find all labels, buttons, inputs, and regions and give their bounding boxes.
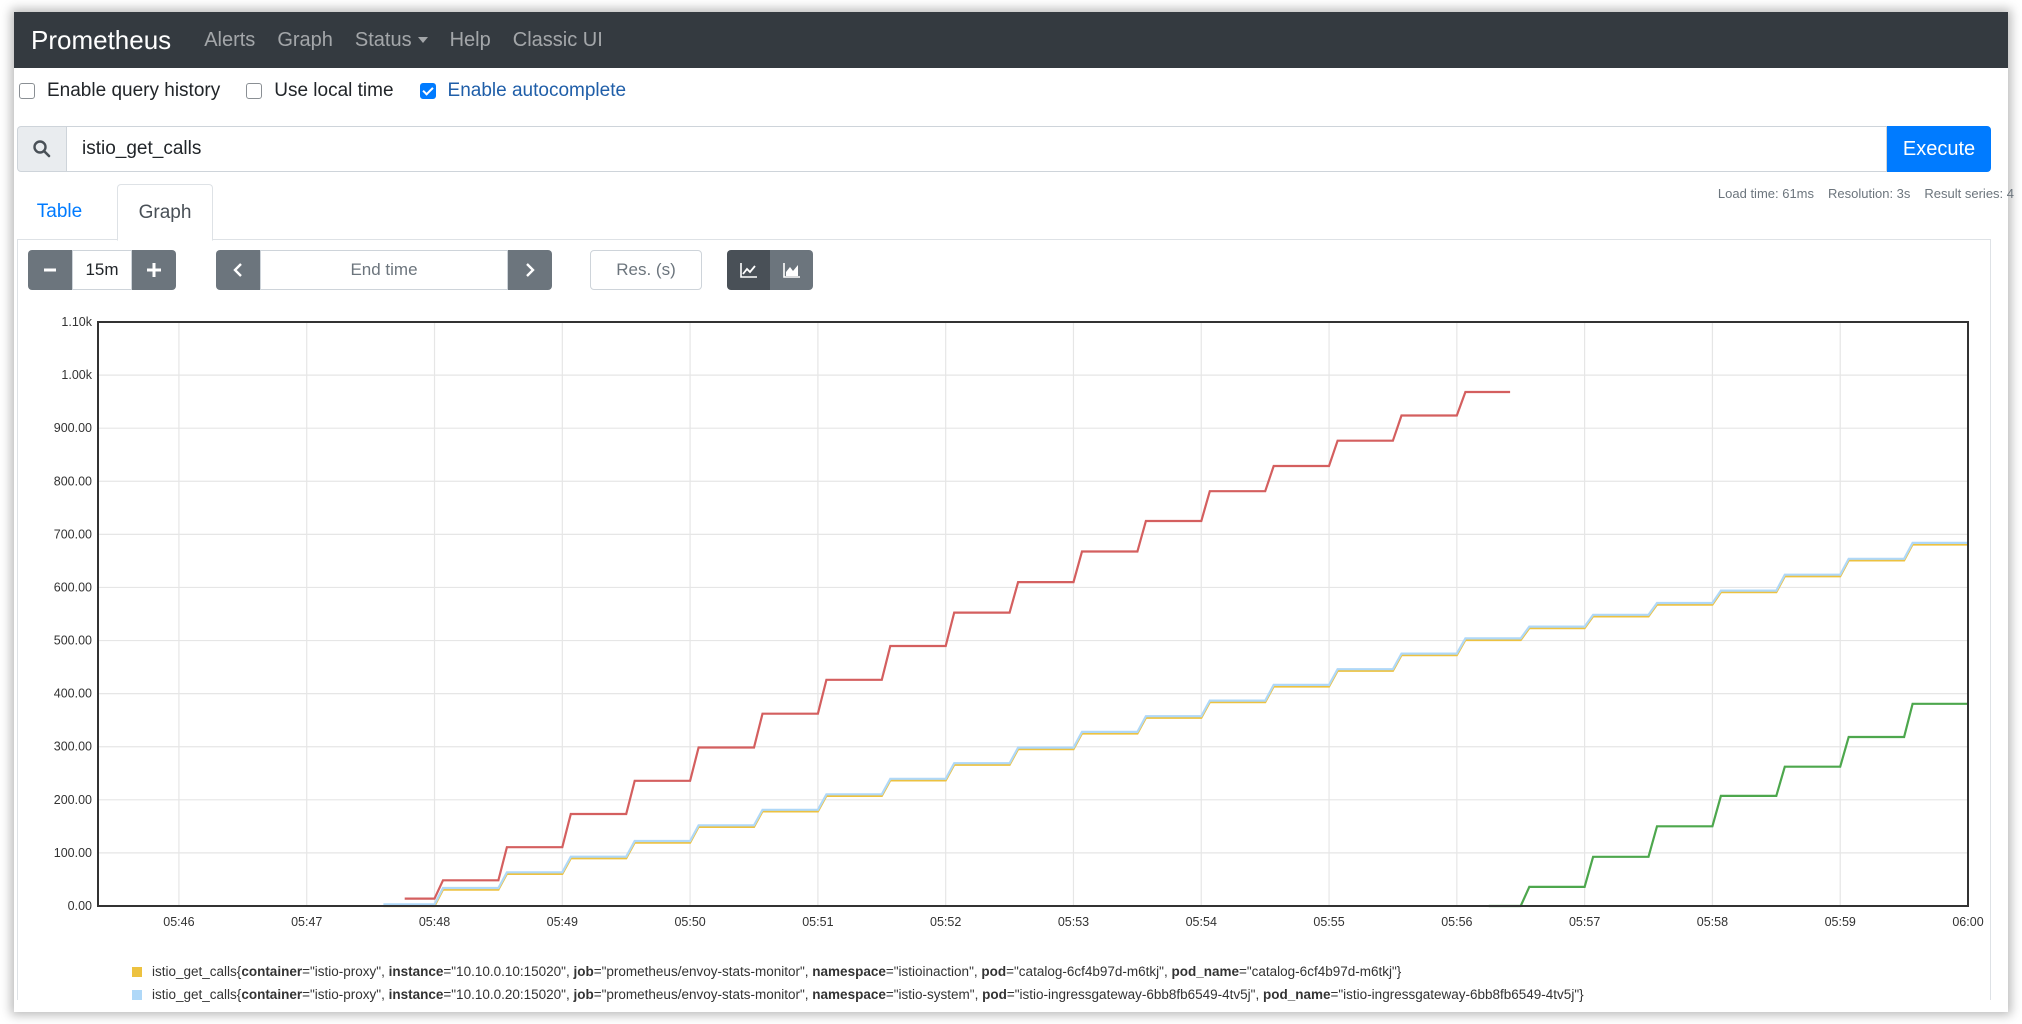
legend-label-value: "10.10.0.20:15020" bbox=[451, 987, 566, 1002]
y-tick-label: 1.00k bbox=[61, 368, 92, 382]
x-tick-label: 05:57 bbox=[1569, 915, 1600, 929]
time-series-chart: 0.00 100.00 200.00 300.00 400.00 500.00 600.00… bbox=[54, 315, 1984, 929]
x-tick-label: 05:47 bbox=[291, 915, 322, 929]
y-tick-label: 0.00 bbox=[68, 899, 92, 913]
legend-label-value: "istio-proxy" bbox=[309, 964, 382, 979]
legend-item[interactable]: istio_get_calls{container="istio-proxy",… bbox=[132, 983, 1584, 1006]
x-axis-ticks: 05:46 05:47 05:48 05:49 05:50 05:51 05:52 05:53… bbox=[163, 915, 1983, 929]
y-tick-label: 800.00 bbox=[54, 474, 92, 488]
x-tick-label: 05:46 bbox=[163, 915, 194, 929]
chart-grid bbox=[98, 321, 1969, 907]
y-tick-label: 200.00 bbox=[54, 793, 92, 807]
x-tick-label: 05:53 bbox=[1058, 915, 1089, 929]
y-axis-ticks: 0.00 100.00 200.00 300.00 400.00 500.00 600.00… bbox=[54, 315, 93, 913]
x-tick-label: 05:54 bbox=[1186, 915, 1217, 929]
x-tick-label: 05:59 bbox=[1825, 915, 1856, 929]
chart-legend: istio_get_calls{container="istio-proxy",… bbox=[132, 960, 1584, 1006]
series-line bbox=[1488, 702, 1968, 908]
legend-metric-name: istio_get_calls bbox=[152, 987, 237, 1002]
legend-label-value: "istio-ingressgateway-6bb8fb6549-4tv5j" bbox=[1014, 987, 1256, 1002]
legend-label-key: pod_name bbox=[1171, 964, 1239, 979]
legend-label: istio_get_calls{container="istio-proxy",… bbox=[152, 987, 1584, 1002]
legend-label-key: pod bbox=[981, 964, 1007, 979]
y-tick-label: 600.00 bbox=[54, 580, 92, 594]
legend-label-key: instance bbox=[388, 987, 444, 1002]
legend-label-value: "10.10.0.10:15020" bbox=[451, 964, 566, 979]
legend-label-value: "prometheus/envoy-stats-monitor" bbox=[601, 987, 805, 1002]
legend-label-key: instance bbox=[388, 964, 444, 979]
x-tick-label: 05:51 bbox=[802, 915, 833, 929]
series-line bbox=[383, 541, 1968, 906]
legend-label-key: container bbox=[241, 987, 303, 1002]
y-tick-label: 900.00 bbox=[54, 421, 92, 435]
chart-series bbox=[383, 390, 1968, 908]
y-tick-label: 400.00 bbox=[54, 687, 92, 701]
x-tick-label: 05:48 bbox=[419, 915, 450, 929]
y-tick-label: 500.00 bbox=[54, 634, 92, 648]
series-line bbox=[404, 390, 1511, 900]
legend-label-key: namespace bbox=[812, 987, 886, 1002]
legend-label-value: "istio-proxy" bbox=[309, 987, 382, 1002]
x-tick-label: 05:50 bbox=[674, 915, 705, 929]
x-tick-label: 05:49 bbox=[547, 915, 578, 929]
legend-label: istio_get_calls{container="istio-proxy",… bbox=[152, 964, 1402, 979]
plot-frame bbox=[97, 321, 1969, 907]
legend-label-value: "istio-system" bbox=[893, 987, 975, 1002]
x-tick-label: 05:58 bbox=[1697, 915, 1728, 929]
series-line bbox=[383, 543, 1968, 908]
legend-label-value: "prometheus/envoy-stats-monitor" bbox=[601, 964, 805, 979]
legend-label-key: container bbox=[241, 964, 303, 979]
legend-label-key: namespace bbox=[812, 964, 886, 979]
x-tick-label: 05:56 bbox=[1441, 915, 1472, 929]
x-tick-label: 05:55 bbox=[1313, 915, 1344, 929]
y-tick-label: 300.00 bbox=[54, 740, 92, 754]
y-tick-label: 700.00 bbox=[54, 527, 92, 541]
legend-metric-name: istio_get_calls bbox=[152, 964, 237, 979]
x-tick-label: 06:00 bbox=[1952, 915, 1983, 929]
x-tick-label: 05:52 bbox=[930, 915, 961, 929]
y-tick-label: 100.00 bbox=[54, 846, 92, 860]
legend-label-value: "istioinaction" bbox=[893, 964, 974, 979]
legend-label-key: pod_name bbox=[1262, 987, 1331, 1002]
legend-label-value: "catalog-6cf4b97d-m6tkj" bbox=[1246, 964, 1397, 979]
legend-label-key: pod bbox=[982, 987, 1007, 1002]
legend-item[interactable]: istio_get_calls{container="istio-proxy",… bbox=[132, 960, 1584, 983]
y-tick-label: 1.10k bbox=[61, 315, 92, 329]
legend-label-value: "istio-ingressgateway-6bb8fb6549-4tv5j" bbox=[1338, 987, 1580, 1002]
legend-label-key: job bbox=[573, 987, 594, 1002]
legend-swatch bbox=[132, 966, 142, 977]
legend-label-key: job bbox=[573, 964, 594, 979]
legend-label-value: "catalog-6cf4b97d-m6tkj" bbox=[1014, 964, 1164, 979]
legend-swatch bbox=[132, 989, 142, 1000]
